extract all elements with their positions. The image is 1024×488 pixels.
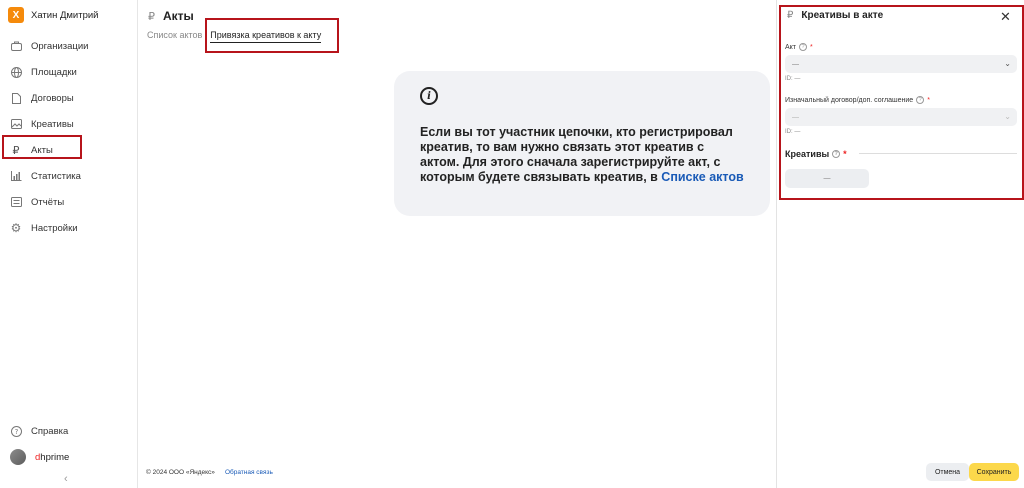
drawer-title: Креативы в акте	[801, 10, 884, 21]
tab-acts-list[interactable]: Список актов	[147, 28, 202, 43]
sidebar-item-label: Договоры	[31, 92, 74, 104]
sidebar-bottom: ? Справка dhprime	[0, 418, 137, 470]
page-title: Акты	[163, 9, 194, 23]
avatar	[10, 449, 26, 465]
document-icon	[10, 92, 22, 104]
contract-id: ID: —	[785, 129, 801, 135]
creatives-section-title: Креативы ? *	[785, 149, 847, 159]
svg-text:?: ?	[14, 428, 18, 436]
feedback-link[interactable]: Обратная связь	[225, 469, 273, 476]
copyright: © 2024 ООО «Яндекс»	[146, 469, 215, 476]
sidebar-item-label: Отчёты	[31, 196, 65, 208]
divider	[859, 153, 1017, 154]
info-icon: i	[420, 87, 438, 105]
sidebar-item-label: Организации	[31, 40, 89, 52]
required-mark: *	[927, 96, 930, 104]
gear-icon: ⚙	[10, 221, 22, 235]
image-icon	[10, 118, 22, 130]
collapse-sidebar-icon[interactable]: ‹	[64, 473, 68, 485]
user-header[interactable]: X Хатин Дмитрий	[8, 7, 98, 23]
sidebar-item-statistics[interactable]: Статистика	[0, 163, 137, 189]
app-logo: X	[8, 7, 24, 23]
sidebar-item-creatives[interactable]: Креативы	[0, 111, 137, 137]
footer: © 2024 ООО «Яндекс» Обратная связь	[146, 469, 273, 476]
drawer-header: ₽ Креативы в акте	[787, 10, 883, 21]
creatives-field[interactable]: —	[785, 169, 869, 188]
sidebar-item-account[interactable]: dhprime	[0, 444, 137, 470]
highlight-box-tab	[205, 18, 339, 53]
sidebar-item-label: Настройки	[31, 222, 78, 234]
acts-list-link[interactable]: Списке актов	[661, 170, 743, 184]
ruble-icon: ₽	[148, 10, 155, 23]
close-icon[interactable]: ✕	[1000, 9, 1011, 25]
contract-select[interactable]: — ⌄	[785, 108, 1017, 126]
sidebar-item-label: Статистика	[31, 170, 81, 182]
user-name: Хатин Дмитрий	[31, 9, 99, 21]
info-text: Если вы тот участник цепочки, кто регист…	[420, 125, 744, 184]
bar-chart-icon	[10, 170, 22, 182]
sidebar-item-settings[interactable]: ⚙ Настройки	[0, 215, 137, 241]
help-icon[interactable]: ?	[799, 43, 808, 51]
creatives-drawer: ₽ Креативы в акте ✕ Акт ? * — ⌄ ID: — Из…	[776, 0, 1024, 488]
chevron-down-icon: ⌄	[1004, 112, 1011, 121]
chevron-down-icon: ⌄	[1004, 59, 1011, 68]
sidebar-item-reports[interactable]: Отчёты	[0, 189, 137, 215]
info-card: i Если вы тот участник цепочки, кто реги…	[394, 71, 770, 216]
required-mark: *	[843, 149, 847, 159]
sidebar-item-label: Площадки	[31, 66, 77, 78]
account-name: dhprime	[35, 451, 70, 463]
globe-icon	[10, 66, 22, 78]
act-id: ID: —	[785, 76, 801, 82]
act-label: Акт ? *	[785, 43, 813, 51]
highlight-box-acts	[2, 135, 82, 159]
page-header: ₽ Акты	[148, 9, 194, 23]
briefcase-icon	[10, 40, 22, 52]
report-icon	[10, 196, 22, 208]
sidebar-item-help[interactable]: ? Справка	[0, 418, 137, 444]
sidebar-item-organizations[interactable]: Организации	[0, 33, 137, 59]
cancel-button[interactable]: Отмена	[926, 463, 969, 481]
sidebar-item-label: Справка	[31, 425, 69, 437]
question-icon: ?	[10, 425, 22, 437]
sidebar-item-contracts[interactable]: Договоры	[0, 85, 137, 111]
sidebar-item-label: Креативы	[31, 118, 74, 130]
sidebar-item-platforms[interactable]: Площадки	[0, 59, 137, 85]
required-mark: *	[810, 43, 813, 51]
act-select[interactable]: — ⌄	[785, 55, 1017, 73]
contract-label: Изначальный договор/доп. соглашение ? *	[785, 96, 930, 104]
save-button[interactable]: Сохранить	[969, 463, 1019, 481]
ruble-icon: ₽	[787, 10, 794, 21]
sidebar: X Хатин Дмитрий Организации Площадки Дог…	[0, 0, 138, 488]
main-content: ₽ Акты Список актов Привязка креативов к…	[138, 0, 776, 488]
help-icon[interactable]: ?	[916, 96, 925, 104]
help-icon[interactable]: ?	[832, 150, 841, 158]
